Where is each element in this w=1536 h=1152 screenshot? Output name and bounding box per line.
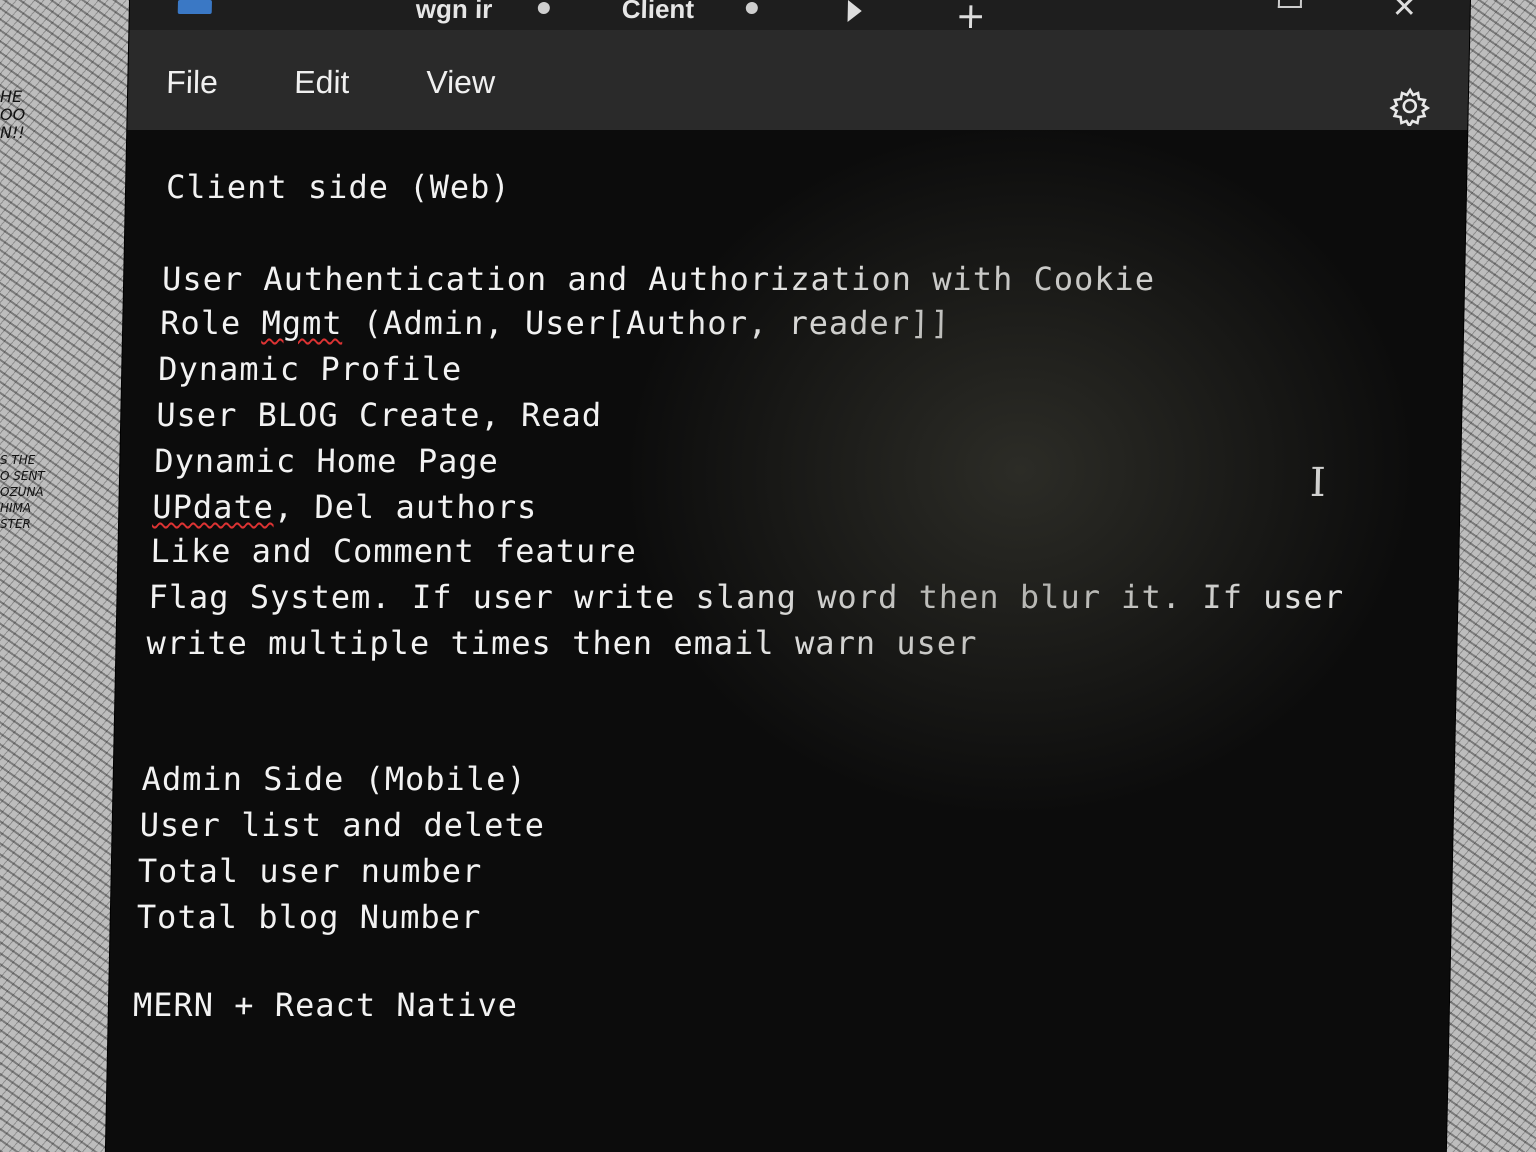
doc-line-1: Client side (Web) bbox=[165, 168, 511, 206]
menu-file[interactable]: File bbox=[166, 64, 218, 101]
text-editor[interactable]: Client side (Web) User Authentication an… bbox=[106, 130, 1467, 1152]
doc-line-16: Total user number bbox=[137, 852, 483, 890]
doc-line-8: UPdate, Del authors bbox=[151, 488, 538, 526]
notepad-app-icon bbox=[177, 0, 212, 14]
background-manga-text-top: HE OO N!! bbox=[0, 87, 26, 142]
doc-line-7: Dynamic Home Page bbox=[153, 442, 500, 480]
menu-view[interactable]: View bbox=[426, 64, 496, 101]
unsaved-dot-icon bbox=[745, 2, 758, 14]
doc-line-4: Role Mgmt (Admin, User[Author, reader]] bbox=[159, 304, 951, 342]
misspelled-word: Mgmt bbox=[261, 304, 344, 342]
gear-icon[interactable] bbox=[1389, 86, 1431, 126]
doc-line-15: User list and delete bbox=[139, 806, 546, 844]
menu-edit[interactable]: Edit bbox=[294, 64, 350, 101]
doc-line-5: Dynamic Profile bbox=[157, 350, 463, 388]
tab-scroll-right-icon[interactable] bbox=[847, 0, 862, 22]
doc-line-19: MERN + React Native bbox=[132, 986, 519, 1024]
doc-line-9: Like and Comment feature bbox=[150, 532, 638, 570]
close-icon[interactable]: ✕ bbox=[1391, 0, 1417, 25]
title-bar: wgn ir Client + ✕ bbox=[129, 0, 1470, 37]
doc-line-14: Admin Side (Mobile) bbox=[141, 760, 528, 798]
background-manga-text-mid: S THE O SENT OZUNA HIMA STER bbox=[0, 453, 45, 531]
doc-line-3: User Authentication and Authorization wi… bbox=[161, 260, 1156, 298]
doc-line-11: write multiple times then email warn use… bbox=[146, 624, 978, 662]
misspelled-word: UPdate bbox=[151, 488, 275, 526]
menu-bar: File Edit View bbox=[127, 30, 1470, 130]
tab-label: Client bbox=[621, 0, 695, 24]
maximize-icon[interactable] bbox=[1277, 0, 1302, 8]
doc-line-17: Total blog Number bbox=[136, 898, 482, 936]
text-cursor-icon: I bbox=[1309, 460, 1327, 506]
tab-wgn[interactable]: wgn ir bbox=[415, 0, 492, 25]
notepad-window: wgn ir Client + ✕ File Edit View Client … bbox=[105, 0, 1471, 1152]
tab-label: wgn ir bbox=[415, 0, 493, 24]
doc-line-10: Flag System. If user write slang word th… bbox=[148, 578, 1345, 616]
unsaved-dot-icon bbox=[537, 2, 550, 14]
tab-client[interactable]: Client bbox=[621, 0, 694, 25]
doc-line-6: User BLOG Create, Read bbox=[155, 396, 603, 434]
